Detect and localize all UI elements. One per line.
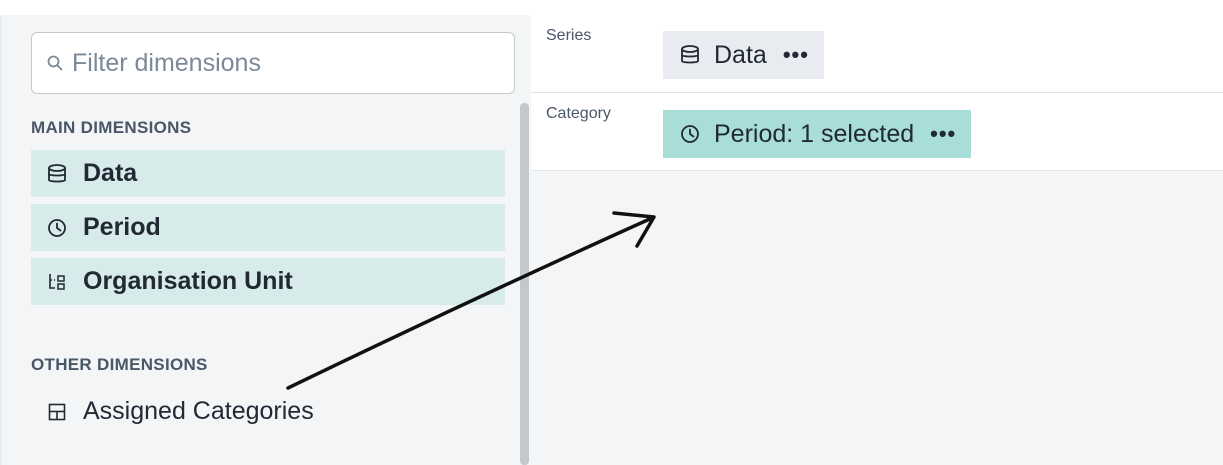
dimension-item-data[interactable]: Data	[31, 150, 505, 197]
table-grid-icon	[45, 400, 69, 424]
series-label: Series	[546, 27, 592, 44]
filter-dimensions-field[interactable]	[31, 32, 515, 94]
dimension-item-assigned-categories[interactable]: Assigned Categories	[31, 388, 505, 435]
dimensions-scrollbar[interactable]	[520, 103, 529, 465]
series-row[interactable]: Series Data •••	[531, 15, 1223, 93]
database-icon	[45, 162, 69, 186]
dimension-item-label: Data	[83, 159, 138, 187]
clock-icon	[678, 122, 702, 146]
more-options-icon[interactable]: •••	[930, 123, 956, 145]
other-dimensions-heading: OTHER DIMENSIONS	[31, 355, 208, 374]
dimension-item-label: Organisation Unit	[83, 267, 293, 295]
search-icon	[46, 54, 64, 72]
category-period-chip[interactable]: Period: 1 selected •••	[663, 110, 972, 158]
filter-dimensions-input[interactable]	[72, 48, 492, 78]
dimension-item-label: Assigned Categories	[83, 397, 314, 425]
dimension-item-organisation-unit[interactable]: Organisation Unit	[31, 258, 505, 305]
org-unit-tree-icon	[45, 270, 69, 294]
dimension-layout-screen: MAIN DIMENSIONS Data Period	[0, 0, 1223, 465]
series-data-chip[interactable]: Data •••	[663, 31, 824, 79]
category-row[interactable]: Category Period: 1 selected •••	[531, 93, 1223, 171]
chip-label: Data	[714, 40, 767, 69]
clock-icon	[45, 216, 69, 240]
layout-panel: Series Data ••• Category Period: 1 selec…	[531, 15, 1223, 465]
dimension-item-period[interactable]: Period	[31, 204, 505, 251]
category-label: Category	[546, 105, 611, 122]
chip-label: Period: 1 selected	[714, 119, 915, 148]
more-options-icon[interactable]: •••	[783, 44, 809, 66]
main-dimensions-heading: MAIN DIMENSIONS	[31, 118, 192, 137]
database-icon	[678, 43, 702, 67]
dimension-item-label: Period	[83, 213, 161, 241]
dimensions-panel: MAIN DIMENSIONS Data Period	[0, 15, 531, 465]
